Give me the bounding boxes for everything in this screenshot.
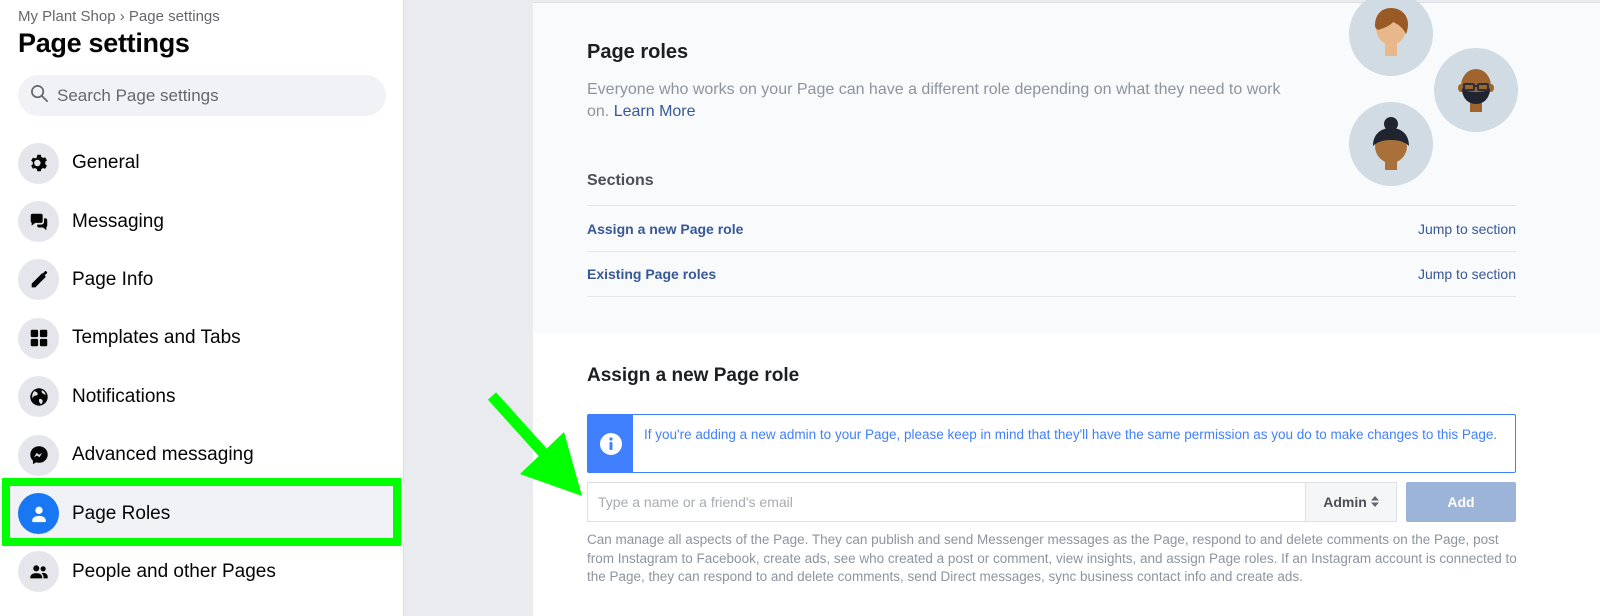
section-row-assign: Assign a new Page role Jump to section — [587, 205, 1516, 251]
green-arrow-annotation — [487, 392, 582, 496]
sidebar-item-label: Notifications — [72, 385, 176, 407]
sidebar-item-label: Templates and Tabs — [72, 327, 241, 349]
sidebar-item-label: Advanced messaging — [72, 444, 254, 466]
sidebar-item-general[interactable]: General — [0, 134, 404, 192]
sort-caret-icon — [1370, 495, 1379, 509]
sidebar-item-people-and-other-pages[interactable]: People and other Pages — [0, 543, 404, 601]
sidebar-item-page-roles[interactable]: Page Roles — [0, 484, 404, 543]
section-row-existing: Existing Page roles Jump to section — [587, 251, 1516, 297]
info-icon — [588, 415, 633, 472]
avatar-illustration-woman-bun — [1349, 102, 1433, 186]
sidebar-item-messaging[interactable]: Messaging — [0, 192, 404, 250]
role-description: Can manage all aspects of the Page. They… — [587, 532, 1517, 584]
sidebar-item-label: General — [72, 152, 140, 174]
sidebar-item-label: People and other Pages — [72, 560, 276, 582]
sidebar-item-label: Page Info — [72, 268, 154, 290]
page-roles-title: Page roles — [587, 41, 689, 63]
assign-role-title: Assign a new Page role — [587, 365, 800, 386]
section-link-existing-page-roles[interactable]: Existing Page roles — [587, 266, 716, 282]
role-select-value: Admin — [1323, 494, 1367, 510]
breadcrumb[interactable]: My Plant Shop › Page settings — [18, 8, 220, 25]
search-icon — [30, 84, 49, 108]
person-icon — [18, 493, 59, 535]
sidebar-item-templates-and-tabs[interactable]: Templates and Tabs — [0, 309, 404, 367]
jump-to-section-link[interactable]: Jump to section — [1418, 221, 1516, 237]
people-icon — [18, 551, 59, 593]
assign-role-form: Admin Add — [587, 482, 1516, 522]
sidebar-item-page-info[interactable]: Page Info — [0, 251, 404, 309]
sidebar-item-label: Page Roles — [72, 502, 171, 524]
globe-icon — [18, 376, 59, 418]
sidebar-item-notifications[interactable]: Notifications — [0, 368, 404, 426]
grid-icon — [18, 317, 59, 359]
settings-sidebar: My Plant Shop › Page settings Page setti… — [0, 0, 404, 616]
sections-title: Sections — [587, 172, 654, 189]
messenger-icon — [18, 434, 59, 476]
chat-bubbles-icon — [18, 201, 59, 243]
avatar-illustration-man — [1434, 48, 1518, 132]
add-button[interactable]: Add — [1406, 482, 1516, 522]
jump-to-section-link[interactable]: Jump to section — [1418, 266, 1516, 282]
admin-notice-banner: If you're adding a new admin to your Pag… — [587, 414, 1516, 473]
role-select[interactable]: Admin — [1305, 482, 1397, 522]
sidebar-item-advanced-messaging[interactable]: Advanced messaging — [0, 426, 404, 484]
search-placeholder: Search Page settings — [57, 85, 219, 105]
name-or-email-input[interactable] — [587, 482, 1305, 522]
gear-icon — [18, 142, 59, 184]
notice-text: If you're adding a new admin to your Pag… — [644, 427, 1498, 442]
sidebar-item-label: Messaging — [72, 210, 164, 232]
settings-nav: General Messaging Page Info Templates an… — [0, 134, 404, 601]
search-settings-input[interactable]: Search Page settings — [18, 75, 386, 116]
section-link-assign-new-page-role[interactable]: Assign a new Page role — [587, 221, 743, 237]
pencil-icon — [18, 259, 59, 301]
page-title: Page settings — [18, 28, 190, 58]
page-roles-description: Everyone who works on your Page can have… — [587, 79, 1307, 123]
learn-more-link[interactable]: Learn More — [614, 103, 696, 120]
